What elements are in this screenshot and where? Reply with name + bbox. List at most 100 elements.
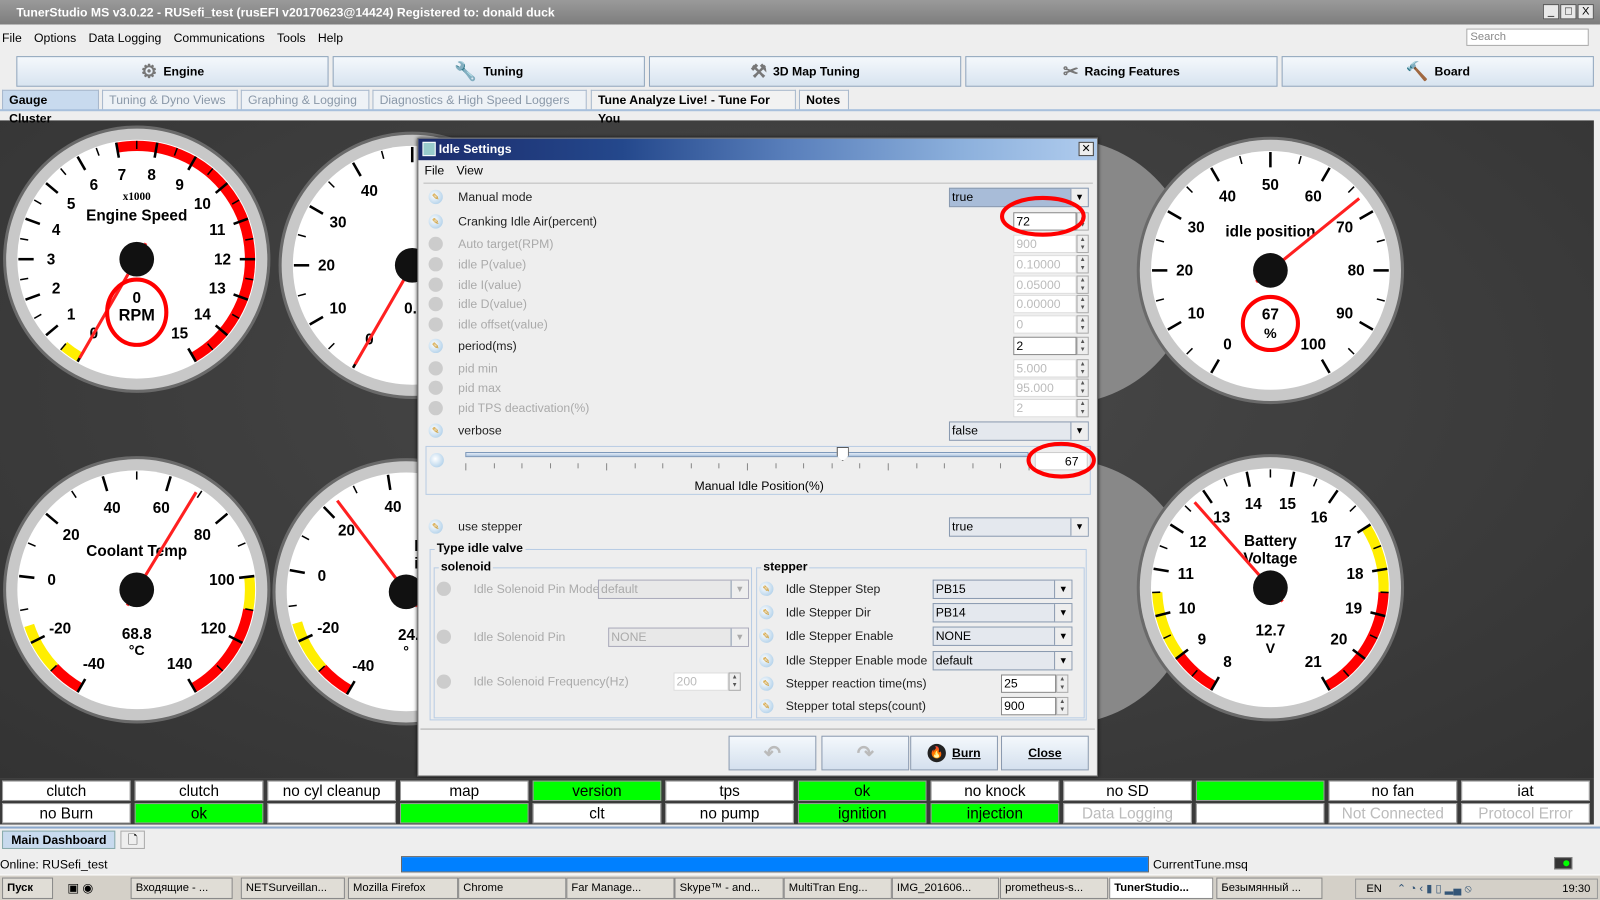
menu-options[interactable]: Options	[34, 29, 76, 47]
setting-input[interactable]: 900	[1013, 234, 1077, 254]
spinner-icon[interactable]: ▲ ▼	[1076, 398, 1089, 418]
taskbar-item[interactable]: prometheus-s...	[999, 877, 1109, 899]
toolbar-board-button[interactable]: 🔨 Board	[1281, 56, 1594, 87]
spinner-icon[interactable]: ▲ ▼	[1076, 234, 1089, 254]
taskbar-item[interactable]: Безымянный ...	[1216, 877, 1323, 899]
setting-select[interactable]: NONE ▼	[932, 626, 1073, 646]
spinner-icon[interactable]: ▲ ▼	[1076, 336, 1089, 356]
tab-5[interactable]: Tune Analyze Live! - Tune For You	[590, 89, 796, 126]
setting-input[interactable]: 900	[1001, 696, 1057, 716]
chevron-down-icon[interactable]: ▼	[1070, 422, 1088, 440]
tray-icons[interactable]: ⌃ ◔ ‹ ▮ ▯ ▂▄ ⦸	[1397, 882, 1472, 896]
start-button[interactable]: Пуск	[2, 877, 54, 899]
setting-input[interactable]: 0.00000	[1013, 294, 1077, 314]
tab-main-dashboard[interactable]: Main Dashboard	[2, 830, 116, 849]
minimize-button[interactable]: _	[1542, 4, 1560, 20]
dialog-menu-view[interactable]: View	[456, 163, 482, 177]
undo-button[interactable]: ↶	[728, 735, 817, 771]
spinner-icon[interactable]: ▲ ▼	[1076, 315, 1089, 334]
setting-label: idle I(value)	[458, 277, 522, 292]
spinner-icon[interactable]: ▲ ▼	[1076, 275, 1089, 294]
setting-input[interactable]: 95.000	[1013, 378, 1077, 397]
setting-input[interactable]: 5.000	[1013, 359, 1077, 378]
taskbar-item[interactable]: Входящие - ...	[130, 877, 233, 899]
spinner-icon[interactable]: ▲ ▼	[728, 672, 741, 691]
setting-input[interactable]: 0.10000	[1013, 255, 1077, 274]
toolbar-tuning-button[interactable]: 🔧 Tuning	[332, 56, 645, 87]
search-input[interactable]: Search	[1466, 28, 1589, 46]
spinner-icon[interactable]: ▲ ▼	[1076, 212, 1089, 231]
chevron-down-icon[interactable]: ▼	[730, 580, 748, 598]
setting-input[interactable]: 72	[1013, 212, 1077, 231]
setting-input[interactable]: 2	[1013, 398, 1077, 418]
gauge-tick-label: 80	[1348, 263, 1365, 280]
tab-4[interactable]: Diagnostics & High Speed Loggers	[372, 89, 587, 111]
gauge-tick-label: 12	[214, 251, 231, 268]
spinner-icon[interactable]: ▲ ▼	[1076, 294, 1089, 314]
use-stepper-select[interactable]: true ▼	[948, 517, 1089, 537]
chevron-down-icon[interactable]: ▼	[730, 628, 748, 646]
toolbar-3d-map-tuning-button[interactable]: ⚒ 3D Map Tuning	[648, 56, 962, 87]
menu-help[interactable]: Help	[318, 29, 343, 47]
taskbar-item[interactable]: Chrome	[458, 877, 567, 899]
setting-input[interactable]: 0	[1013, 315, 1077, 334]
taskbar-item[interactable]: NETSurveillan...	[240, 877, 345, 899]
tab-1[interactable]: Gauge Cluster	[2, 89, 99, 126]
gauge-tick-label: 80	[194, 527, 211, 544]
menu-communications[interactable]: Communications	[174, 29, 265, 47]
redo-button[interactable]: ↷	[821, 735, 910, 771]
setting-select[interactable]: NONE ▼	[608, 627, 749, 647]
spinner-icon[interactable]: ▲ ▼	[1076, 359, 1089, 378]
taskbar-item[interactable]: Skype™ - and...	[674, 877, 784, 899]
slider-value[interactable]: 67	[1034, 452, 1088, 471]
chevron-down-icon[interactable]: ▼	[1054, 627, 1072, 645]
quicklaunch-icon[interactable]: ▣ ◉	[67, 881, 93, 895]
menu-data-logging[interactable]: Data Logging	[88, 29, 161, 47]
setting-input[interactable]: 0.05000	[1013, 275, 1077, 294]
setting-input[interactable]: 25	[1001, 674, 1057, 693]
close-window-button[interactable]: X	[1577, 4, 1594, 20]
tab-3[interactable]: Graphing & Logging	[240, 89, 370, 111]
chevron-down-icon[interactable]: ▼	[1054, 652, 1072, 670]
setting-input[interactable]: 200	[673, 672, 729, 691]
dialog-menu-file[interactable]: File	[424, 163, 444, 177]
chevron-down-icon[interactable]: ▼	[1054, 604, 1072, 622]
maximize-button[interactable]: □	[1560, 4, 1577, 20]
setting-select[interactable]: true ▼	[948, 187, 1089, 208]
tab-6[interactable]: Notes	[798, 89, 849, 111]
gauge-title: Engine Speed	[86, 207, 187, 224]
spinner-icon[interactable]: ▲ ▼	[1076, 255, 1089, 274]
spinner-icon[interactable]: ▲ ▼	[1076, 378, 1089, 397]
tab-2[interactable]: Tuning & Dyno Views	[102, 89, 238, 111]
taskbar-item[interactable]: Mozilla Firefox	[347, 877, 459, 899]
chevron-down-icon[interactable]: ▼	[1070, 188, 1088, 207]
slider-thumb[interactable]	[836, 446, 849, 462]
dialog-title[interactable]: Idle Settings	[418, 138, 1097, 161]
setting-select[interactable]: default ▼	[597, 579, 749, 599]
taskbar-item[interactable]: Far Manage...	[566, 877, 675, 899]
toolbar-racing-features-button[interactable]: ✂ Racing Features	[965, 56, 1278, 87]
setting-select[interactable]: false ▼	[948, 421, 1089, 441]
setting-select[interactable]: default ▼	[932, 651, 1073, 671]
spinner-icon[interactable]: ▲ ▼	[1056, 696, 1069, 716]
setting-select[interactable]: PB15 ▼	[932, 579, 1073, 599]
toolbar-engine-button[interactable]: ⚙ Engine	[16, 56, 329, 87]
burn-button[interactable]: 🔥 Burn	[910, 735, 998, 771]
language-indicator[interactable]: EN	[1366, 883, 1382, 895]
menu-tools[interactable]: Tools	[277, 29, 306, 47]
taskbar-item[interactable]: TunerStudio...	[1109, 877, 1214, 899]
dialog-close-icon[interactable]: ✕	[1078, 141, 1094, 157]
taskbar-item[interactable]: MultiTran Eng...	[783, 877, 892, 899]
spinner-icon[interactable]: ▲ ▼	[1056, 674, 1069, 693]
new-dashboard-icon[interactable]: 🗋	[120, 830, 145, 849]
taskbar-item[interactable]: IMG_201606...	[891, 877, 999, 899]
chevron-down-icon[interactable]: ▼	[1054, 580, 1072, 598]
toolbar-label: Engine	[163, 64, 205, 79]
close-button[interactable]: Close	[1001, 735, 1089, 771]
gauge-coolant-temp: -40 -20 0 20 40 60 80 100 120 140 Coolant Temp 68.8…	[3, 456, 271, 724]
slider-tick	[690, 463, 692, 469]
setting-select[interactable]: PB14 ▼	[932, 603, 1073, 623]
slider-track[interactable]	[465, 452, 1029, 458]
menu-file[interactable]: File	[2, 29, 22, 47]
setting-input[interactable]: 2	[1013, 336, 1077, 356]
